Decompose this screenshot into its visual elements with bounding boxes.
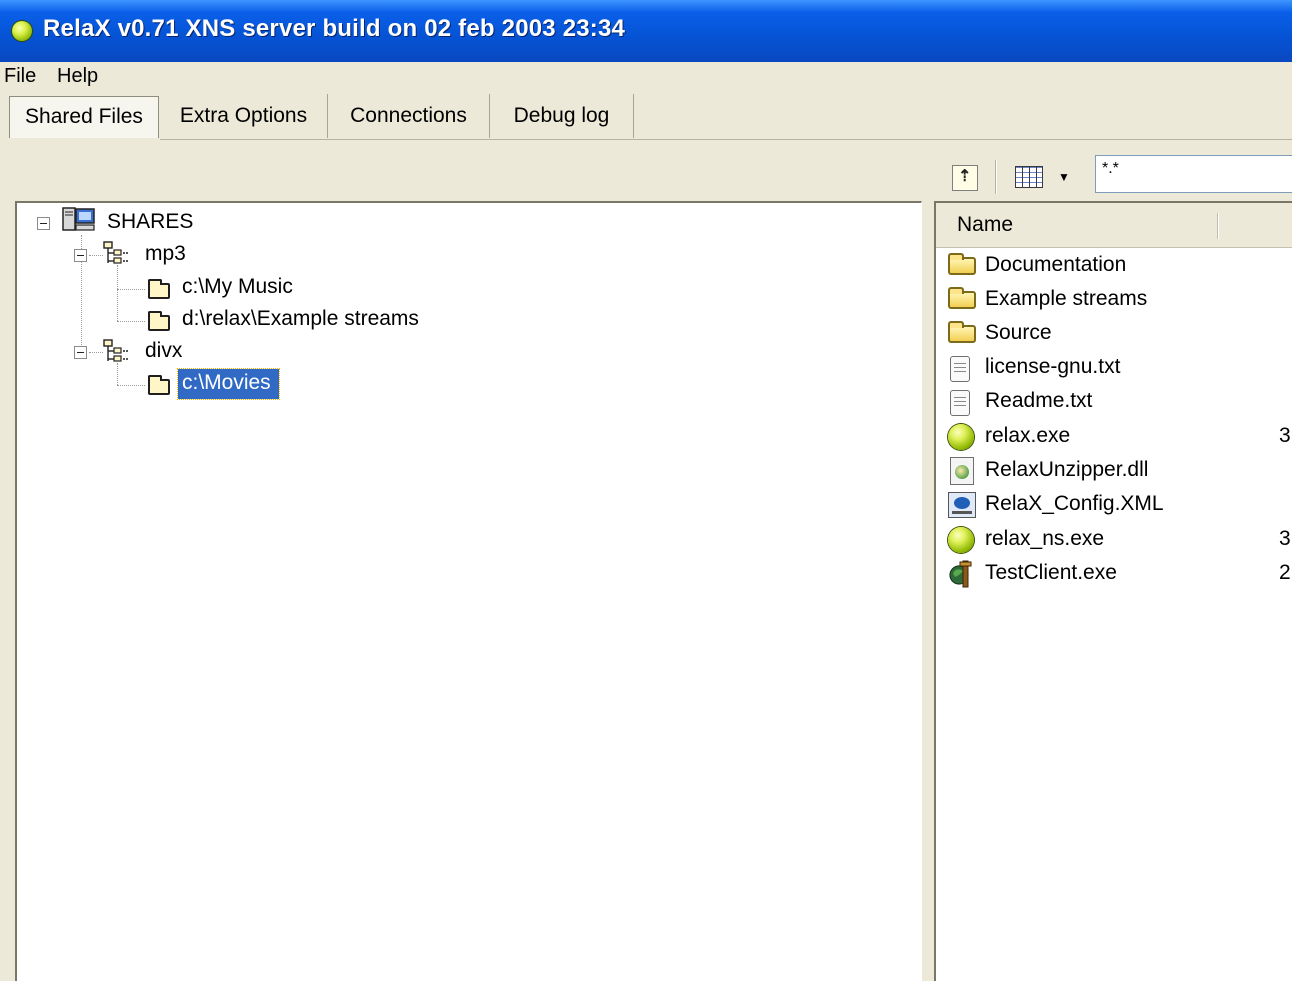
tree-connector [89, 255, 103, 256]
dll-file-icon [950, 457, 974, 485]
list-item[interactable]: TestClient.exe 2 [946, 556, 1292, 590]
menu-file[interactable]: File [4, 65, 36, 88]
tree-folder-my-music[interactable]: c:\My Music [182, 273, 293, 303]
folder-icon [948, 287, 976, 309]
file-size: 3 [1279, 424, 1291, 447]
window-title: RelaX v0.71 XNS server build on 02 feb 2… [43, 15, 626, 42]
tree-group-mp3[interactable]: mp3 [145, 240, 186, 270]
tree-connector [117, 289, 145, 290]
relax-exe-icon [948, 424, 974, 450]
folder-icon [948, 321, 976, 343]
toolbar-separator [995, 160, 996, 194]
shares-tree[interactable]: SHARES mp3 c:\My Music d:\relax\Example … [15, 201, 922, 981]
relax-exe-icon [948, 527, 974, 553]
details-view-icon [1015, 166, 1043, 188]
file-size: 2 [1279, 561, 1291, 584]
file-name: relax_ns.exe [985, 527, 1105, 550]
tab-extra-options[interactable]: Extra Options [160, 94, 328, 138]
list-column-header: Name [936, 203, 1292, 248]
text-file-icon [950, 390, 970, 416]
text-file-icon [950, 356, 970, 382]
list-item[interactable]: license-gnu.txt [946, 350, 1292, 384]
menu-help[interactable]: Help [57, 65, 98, 88]
tree-group-divx[interactable]: divx [145, 337, 182, 367]
list-item[interactable]: Example streams [946, 282, 1292, 316]
tab-connections[interactable]: Connections [328, 94, 490, 138]
tab-strip: Shared Files Extra Options Connections D… [0, 92, 1292, 140]
file-name: Readme.txt [985, 389, 1093, 412]
share-group-icon [103, 339, 129, 365]
list-item[interactable]: Documentation [946, 248, 1292, 282]
folder-icon [148, 311, 170, 331]
up-folder-button[interactable]: ⇡ [952, 165, 978, 191]
list-item[interactable]: RelaX_Config.XML [946, 487, 1292, 521]
collapse-shares-icon[interactable] [37, 217, 50, 230]
share-group-icon [103, 241, 129, 267]
list-item[interactable]: Source [946, 316, 1292, 350]
tree-connector [117, 385, 145, 386]
tree-connector [117, 321, 145, 322]
file-list[interactable]: Name Documentation Example streams Sourc… [934, 201, 1292, 981]
file-name: Documentation [985, 253, 1127, 276]
file-size: 3 [1279, 527, 1291, 550]
computer-icon [62, 207, 96, 233]
view-mode-button[interactable] [1013, 163, 1047, 193]
file-name: RelaxUnzipper.dll [985, 458, 1149, 481]
file-name: Source [985, 321, 1052, 344]
title-bar[interactable]: RelaX v0.71 XNS server build on 02 feb 2… [0, 0, 1292, 62]
test-client-icon [947, 559, 977, 589]
tab-debug-log[interactable]: Debug log [490, 94, 634, 138]
tab-shared-files[interactable]: Shared Files [9, 96, 159, 138]
tab-divider [160, 139, 1292, 140]
file-name: Example streams [985, 287, 1148, 310]
file-filter-input[interactable]: *.* [1095, 155, 1292, 193]
relax-app-icon[interactable] [12, 21, 32, 41]
column-divider[interactable] [1217, 213, 1218, 239]
tree-root-label[interactable]: SHARES [107, 208, 193, 238]
tree-connector [117, 363, 118, 385]
tree-folder-example-streams[interactable]: d:\relax\Example streams [182, 305, 419, 335]
folder-icon [148, 279, 170, 299]
file-name: relax.exe [985, 424, 1071, 447]
menu-bar: File Help [0, 62, 1292, 92]
view-dropdown-arrow-icon[interactable]: ▼ [1058, 170, 1070, 184]
collapse-mp3-icon[interactable] [74, 249, 87, 262]
up-arrow-icon: ⇡ [958, 168, 972, 185]
collapse-divx-icon[interactable] [74, 346, 87, 359]
folder-icon [148, 375, 170, 395]
file-name: license-gnu.txt [985, 355, 1121, 378]
file-name: RelaX_Config.XML [985, 492, 1164, 515]
list-item[interactable]: RelaxUnzipper.dll [946, 453, 1292, 487]
file-name: TestClient.exe [985, 561, 1117, 584]
list-item[interactable]: relax_ns.exe 3 [946, 522, 1292, 556]
xml-file-icon [948, 492, 976, 518]
list-item[interactable]: relax.exe 3 [946, 419, 1292, 453]
folder-icon [948, 253, 976, 275]
tree-connector [89, 352, 103, 353]
column-name-header[interactable]: Name [957, 213, 1013, 237]
tree-folder-movies-selected[interactable]: c:\Movies [177, 368, 280, 400]
tree-connector [117, 265, 118, 321]
list-item[interactable]: Readme.txt [946, 384, 1292, 418]
